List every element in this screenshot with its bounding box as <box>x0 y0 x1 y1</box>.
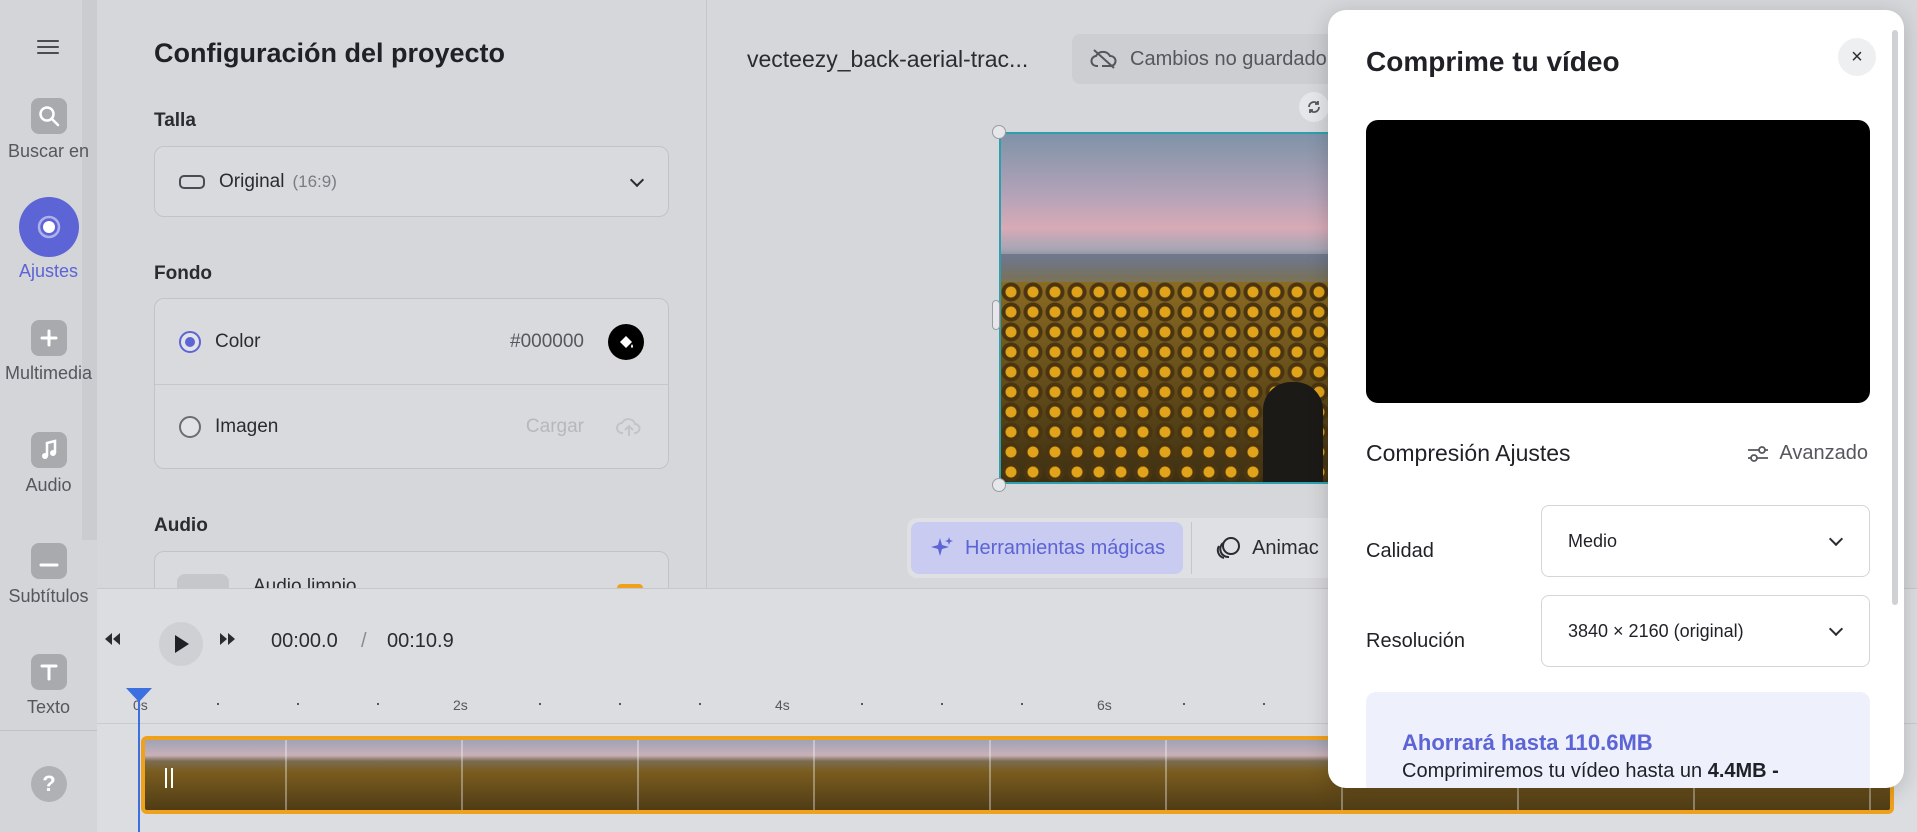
rail-label-audio: Audio <box>25 475 72 495</box>
clip-trim-handle[interactable] <box>165 768 173 788</box>
quality-select[interactable]: Medio <box>1541 505 1870 577</box>
ruler-label-2s: 2s <box>453 697 468 713</box>
audio-item-name: Audio limpio <box>253 576 357 588</box>
audio-label: Audio <box>154 515 208 536</box>
rail-item-audio[interactable]: Audio <box>0 432 97 496</box>
unsaved-status[interactable]: Cambios no guardado <box>1072 34 1345 84</box>
help-icon[interactable]: ? <box>31 766 67 802</box>
compress-video-modal: Comprime tu vídeo × Compresión Ajustes A… <box>1328 10 1904 788</box>
plus-icon <box>30 320 67 356</box>
rail-label-media: Multimedia <box>4 363 93 383</box>
size-label: Talla <box>154 110 196 131</box>
resolution-select[interactable]: 3840 × 2160 (original) <box>1541 595 1870 667</box>
size-ratio: (16:9) <box>292 171 337 191</box>
rail-label-subtitles: Subtítulos <box>8 586 89 606</box>
animation-label: Animac <box>1252 536 1319 559</box>
rail-item-media[interactable]: Multimedia <box>0 320 97 384</box>
text-icon <box>30 654 67 690</box>
animation-button[interactable]: Animac <box>1191 522 1331 574</box>
preview-hills <box>1001 254 1357 282</box>
search-icon <box>30 98 67 134</box>
sliders-icon <box>1748 445 1769 462</box>
fast-forward-icon[interactable] <box>217 631 237 647</box>
color-option-label: Color <box>215 330 261 352</box>
size-select[interactable]: Original (16:9) <box>154 146 669 217</box>
settings-icon <box>18 197 79 257</box>
project-filename[interactable]: vecteezy_back-aerial-trac... <box>747 46 1028 73</box>
advanced-label: Avanzado <box>1779 442 1868 464</box>
left-nav-rail: Buscar en Ajustes Multimedia Audio Subtí… <box>0 0 97 832</box>
aspect-ratio-icon <box>179 174 205 189</box>
ruler-label-4s: 4s <box>775 697 790 713</box>
close-icon[interactable]: × <box>1838 38 1876 76</box>
cloud-off-icon <box>1090 49 1117 69</box>
preview-figure <box>1263 382 1323 482</box>
rail-item-text[interactable]: Texto <box>0 654 97 718</box>
magic-tools-label: Herramientas mágicas <box>965 536 1166 559</box>
image-radio[interactable] <box>179 416 201 438</box>
resolution-label: Resolución <box>1366 630 1465 652</box>
animation-icon <box>1216 537 1241 559</box>
cloud-upload-icon[interactable] <box>616 416 642 438</box>
color-option-row[interactable]: Color #000000 <box>155 299 668 384</box>
rail-label-search: Buscar en <box>7 141 90 161</box>
music-note-icon <box>30 432 67 468</box>
resize-handle-top-left[interactable] <box>992 125 1006 139</box>
quality-value: Medio <box>1568 530 1618 551</box>
background-options: Color #000000 Imagen Cargar <box>154 298 669 469</box>
image-option-row[interactable]: Imagen Cargar <box>155 384 668 469</box>
paint-bucket-icon[interactable] <box>608 323 644 360</box>
chevron-down-icon <box>1828 531 1844 547</box>
savings-description: Comprimiremos tu vídeo hasta un <box>1402 760 1703 782</box>
rotate-icon[interactable] <box>1299 92 1329 122</box>
total-duration: 00:10.9 <box>387 630 454 652</box>
rail-item-settings[interactable]: Ajustes <box>0 197 97 282</box>
upload-button[interactable]: Cargar <box>526 416 584 438</box>
sparkle-icon <box>931 537 953 556</box>
playhead[interactable] <box>126 688 152 832</box>
time-separator: / <box>361 630 367 652</box>
magic-tools-button[interactable]: Herramientas mágicas <box>911 522 1184 574</box>
rail-label-settings: Ajustes <box>18 261 79 281</box>
rail-label-text: Texto <box>26 697 71 717</box>
play-icon <box>175 635 189 653</box>
audio-item-card[interactable]: Audio limpio <box>154 551 669 588</box>
savings-title: Ahorrará hasta 110.6MB <box>1402 730 1653 755</box>
color-hex-value[interactable]: #000000 <box>510 331 584 353</box>
savings-info: Ahorrará hasta 110.6MB Comprimiremos tu … <box>1366 692 1870 788</box>
rewind-icon[interactable] <box>103 631 123 647</box>
video-preview[interactable] <box>999 132 1359 484</box>
rail-item-subtitles[interactable]: Subtítulos <box>0 543 97 607</box>
rail-divider <box>0 730 97 731</box>
menu-icon[interactable] <box>36 36 60 56</box>
image-option-label: Imagen <box>215 416 279 437</box>
panel-title: Configuración del proyecto <box>154 38 506 68</box>
project-settings-panel: Configuración del proyecto Talla Origina… <box>97 0 707 588</box>
unsaved-label: Cambios no guardado <box>1130 47 1327 70</box>
play-button[interactable] <box>159 622 203 666</box>
audio-thumbnail <box>177 574 229 588</box>
modal-scrollbar[interactable] <box>1892 30 1898 605</box>
resize-handle-bottom-left[interactable] <box>992 478 1006 492</box>
compression-settings-title: Compresión Ajustes <box>1366 440 1571 466</box>
background-label: Fondo <box>154 263 213 284</box>
savings-text: Comprimiremos tu vídeo hasta un 4.4MB - <box>1402 760 1779 783</box>
resize-handle-left[interactable] <box>992 300 1000 330</box>
rail-item-search[interactable]: Buscar en <box>0 98 97 162</box>
subtitles-icon <box>30 543 67 579</box>
size-value: Original <box>219 170 285 192</box>
color-radio[interactable] <box>179 330 201 353</box>
resolution-value: 3840 × 2160 (original) <box>1568 620 1744 641</box>
chevron-down-icon <box>629 172 645 188</box>
savings-size: 4.4MB - <box>1707 760 1779 782</box>
modal-title: Comprime tu vídeo <box>1366 46 1620 77</box>
advanced-button[interactable]: Avanzado <box>1747 442 1868 465</box>
quality-label: Calidad <box>1366 540 1434 562</box>
chevron-down-icon <box>1828 621 1844 637</box>
canvas-toolbar: Herramientas mágicas Animac <box>907 518 1336 578</box>
compress-video-preview[interactable] <box>1366 120 1870 403</box>
current-time: 00:00.0 <box>271 630 338 652</box>
ruler-label-6s: 6s <box>1097 697 1112 713</box>
